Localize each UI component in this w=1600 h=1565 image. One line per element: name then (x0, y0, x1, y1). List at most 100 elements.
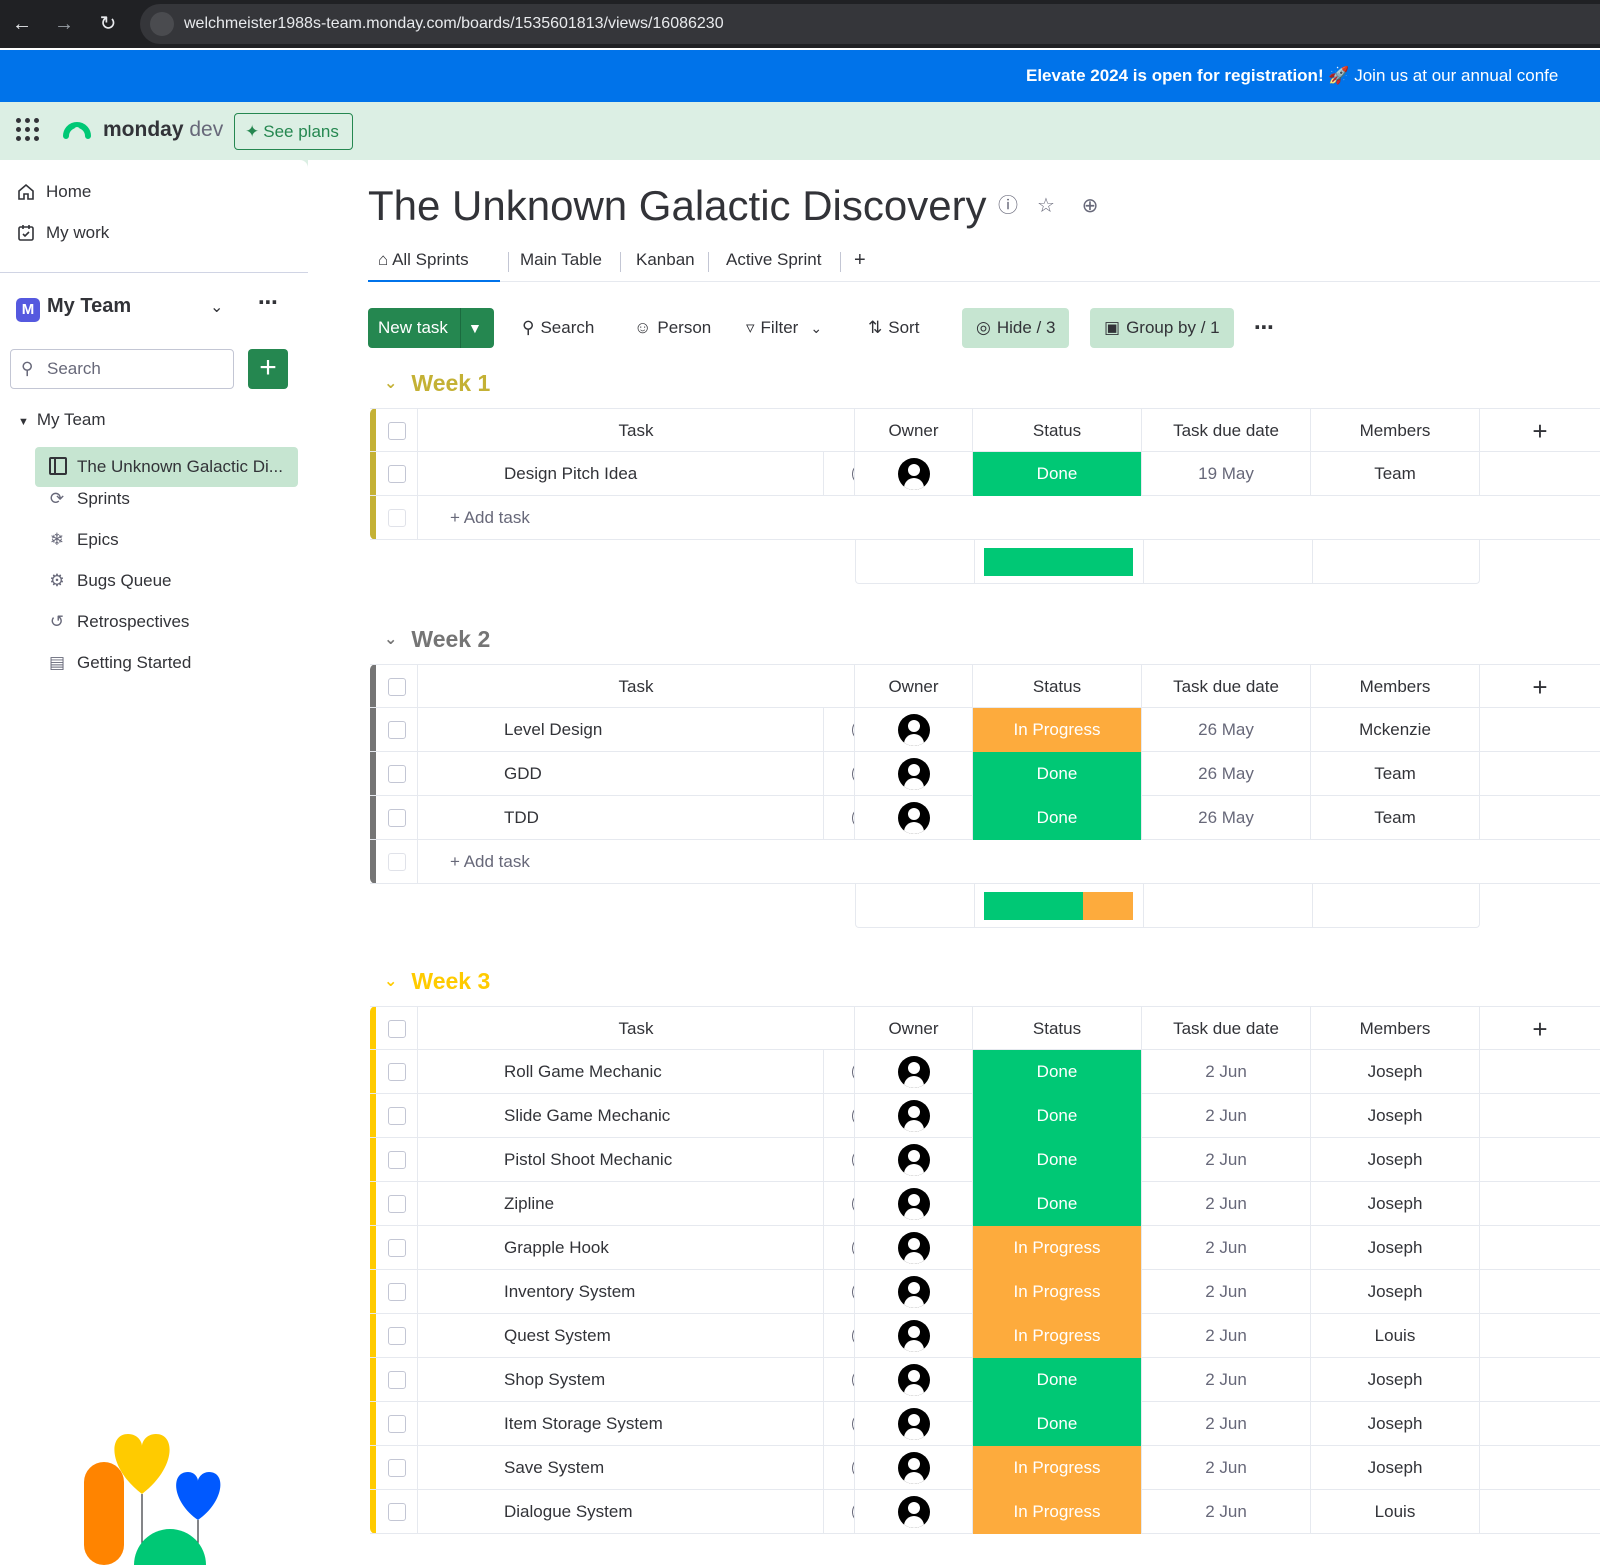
person-avatar-icon[interactable] (898, 458, 930, 490)
task-cell[interactable]: Save System+ (418, 1446, 855, 1490)
group-title[interactable]: Week 1 (411, 370, 490, 396)
sidebar-item-getting-started[interactable]: ▤ Getting Started (47, 647, 191, 679)
table-row[interactable]: Save System+ In Progress2 JunJoseph (370, 1446, 1600, 1490)
row-checkbox-cell[interactable] (370, 1270, 418, 1314)
add-update-icon[interactable]: ⊕ (1078, 194, 1102, 218)
person-avatar-icon[interactable] (898, 1276, 930, 1308)
person-avatar-icon[interactable] (898, 1452, 930, 1484)
chevron-down-icon[interactable]: ⌄ (210, 297, 223, 317)
checkbox[interactable] (388, 422, 406, 440)
chevron-down-icon[interactable]: ⌄ (384, 971, 397, 991)
add-column-button[interactable]: + (1480, 665, 1600, 709)
owner-cell[interactable] (855, 1226, 973, 1270)
column-header-members[interactable]: Members (1311, 409, 1480, 453)
members-cell[interactable]: Joseph (1311, 1402, 1480, 1446)
task-name[interactable]: Shop System (504, 1358, 605, 1402)
person-avatar-icon[interactable] (898, 1056, 930, 1088)
row-checkbox-cell[interactable] (370, 1490, 418, 1534)
task-name[interactable]: Item Storage System (504, 1402, 663, 1446)
person-avatar-icon[interactable] (898, 714, 930, 746)
task-cell[interactable]: Inventory System+ (418, 1270, 855, 1314)
column-header-task[interactable]: Task (418, 409, 855, 453)
person-avatar-icon[interactable] (898, 1232, 930, 1264)
checkbox[interactable] (388, 1371, 406, 1389)
search-button[interactable]: ⚲ Search (522, 308, 594, 348)
due-date-cell[interactable]: 2 Jun (1142, 1270, 1311, 1314)
group-header[interactable]: ⌄ Week 2 (384, 626, 490, 653)
members-cell[interactable]: Joseph (1311, 1050, 1480, 1094)
table-row[interactable]: GDD+ Done26 MayTeam (370, 752, 1600, 796)
due-date-cell[interactable]: 2 Jun (1142, 1446, 1311, 1490)
due-date-cell[interactable]: 2 Jun (1142, 1490, 1311, 1534)
row-checkbox-cell[interactable] (370, 796, 418, 840)
owner-cell[interactable] (855, 452, 973, 496)
group-by-button[interactable]: ▣ Group by / 1 (1090, 308, 1234, 348)
add-column-button[interactable]: + (1480, 409, 1600, 453)
status-cell[interactable]: In Progress (973, 708, 1142, 752)
status-cell[interactable]: In Progress (973, 1270, 1142, 1314)
owner-cell[interactable] (855, 1182, 973, 1226)
checkbox[interactable] (388, 1239, 406, 1257)
checkbox[interactable] (388, 1415, 406, 1433)
due-date-cell[interactable]: 2 Jun (1142, 1050, 1311, 1094)
sidebar-item-epics[interactable]: ❄ Epics (47, 524, 119, 556)
checkbox[interactable] (388, 465, 406, 483)
sidebar-item-retrospectives[interactable]: ↺ Retrospectives (47, 606, 190, 638)
task-name[interactable]: Zipline (504, 1182, 554, 1226)
person-avatar-icon[interactable] (898, 1496, 930, 1528)
column-header-due[interactable]: Task due date (1142, 409, 1311, 453)
members-cell[interactable]: Joseph (1311, 1138, 1480, 1182)
owner-cell[interactable] (855, 1270, 973, 1314)
checkbox[interactable] (388, 809, 406, 827)
add-task-row[interactable]: + Add task (370, 496, 1600, 540)
status-cell[interactable]: In Progress (973, 1226, 1142, 1270)
status-summary-bar[interactable] (984, 892, 1133, 920)
add-item-button[interactable]: + (248, 349, 288, 389)
select-all-checkbox[interactable] (370, 665, 418, 709)
due-date-cell[interactable]: 2 Jun (1142, 1402, 1311, 1446)
add-task-input[interactable]: + Add task (450, 840, 530, 884)
chevron-down-icon[interactable]: ⌄ (384, 629, 397, 649)
column-header-members[interactable]: Members (1311, 665, 1480, 709)
person-avatar-icon[interactable] (898, 1364, 930, 1396)
status-cell[interactable]: In Progress (973, 1314, 1142, 1358)
row-checkbox-cell[interactable] (370, 1050, 418, 1094)
checkbox[interactable] (388, 1327, 406, 1345)
task-name[interactable]: Level Design (504, 708, 602, 752)
due-date-cell[interactable]: 19 May (1142, 452, 1311, 496)
task-cell[interactable]: Zipline+ (418, 1182, 855, 1226)
tab-main-table[interactable]: Main Table (520, 242, 602, 282)
task-cell[interactable]: Quest System+ (418, 1314, 855, 1358)
task-name[interactable]: Save System (504, 1446, 604, 1490)
person-avatar-icon[interactable] (898, 1408, 930, 1440)
sort-button[interactable]: ⇅ Sort (868, 308, 919, 348)
table-row[interactable]: Level Design+ In Progress26 MayMckenzie (370, 708, 1600, 752)
due-date-cell[interactable]: 2 Jun (1142, 1226, 1311, 1270)
task-name[interactable]: Slide Game Mechanic (504, 1094, 670, 1138)
task-cell[interactable]: Slide Game Mechanic+ (418, 1094, 855, 1138)
task-name[interactable]: Inventory System (504, 1270, 635, 1314)
checkbox[interactable] (388, 1063, 406, 1081)
column-header-due[interactable]: Task due date (1142, 1007, 1311, 1051)
status-cell[interactable]: Done (973, 796, 1142, 840)
task-cell[interactable]: GDD+ (418, 752, 855, 796)
workspace-name[interactable]: My Team (47, 295, 131, 318)
owner-cell[interactable] (855, 1138, 973, 1182)
members-cell[interactable]: Louis (1311, 1314, 1480, 1358)
status-cell[interactable]: Done (973, 1358, 1142, 1402)
table-row[interactable]: Inventory System+ In Progress2 JunJoseph (370, 1270, 1600, 1314)
table-row[interactable]: Shop System+ Done2 JunJoseph (370, 1358, 1600, 1402)
sidebar-item-home[interactable]: Home (16, 174, 296, 210)
tab-all-sprints[interactable]: ⌂ All Sprints (368, 242, 500, 282)
column-header-task[interactable]: Task (418, 1007, 855, 1051)
person-avatar-icon[interactable] (898, 1144, 930, 1176)
owner-cell[interactable] (855, 1094, 973, 1138)
address-bar[interactable]: welchmeister1988s-team.monday.com/boards… (140, 4, 1600, 44)
row-checkbox-cell[interactable] (370, 1182, 418, 1226)
table-row[interactable]: Zipline+ Done2 JunJoseph (370, 1182, 1600, 1226)
tree-root-my-team[interactable]: ▼ My Team (18, 410, 106, 430)
sidebar-item-sprints[interactable]: ⟳ Sprints (47, 483, 130, 515)
person-avatar-icon[interactable] (898, 758, 930, 790)
members-cell[interactable]: Joseph (1311, 1226, 1480, 1270)
task-cell[interactable]: Level Design+ (418, 708, 855, 752)
